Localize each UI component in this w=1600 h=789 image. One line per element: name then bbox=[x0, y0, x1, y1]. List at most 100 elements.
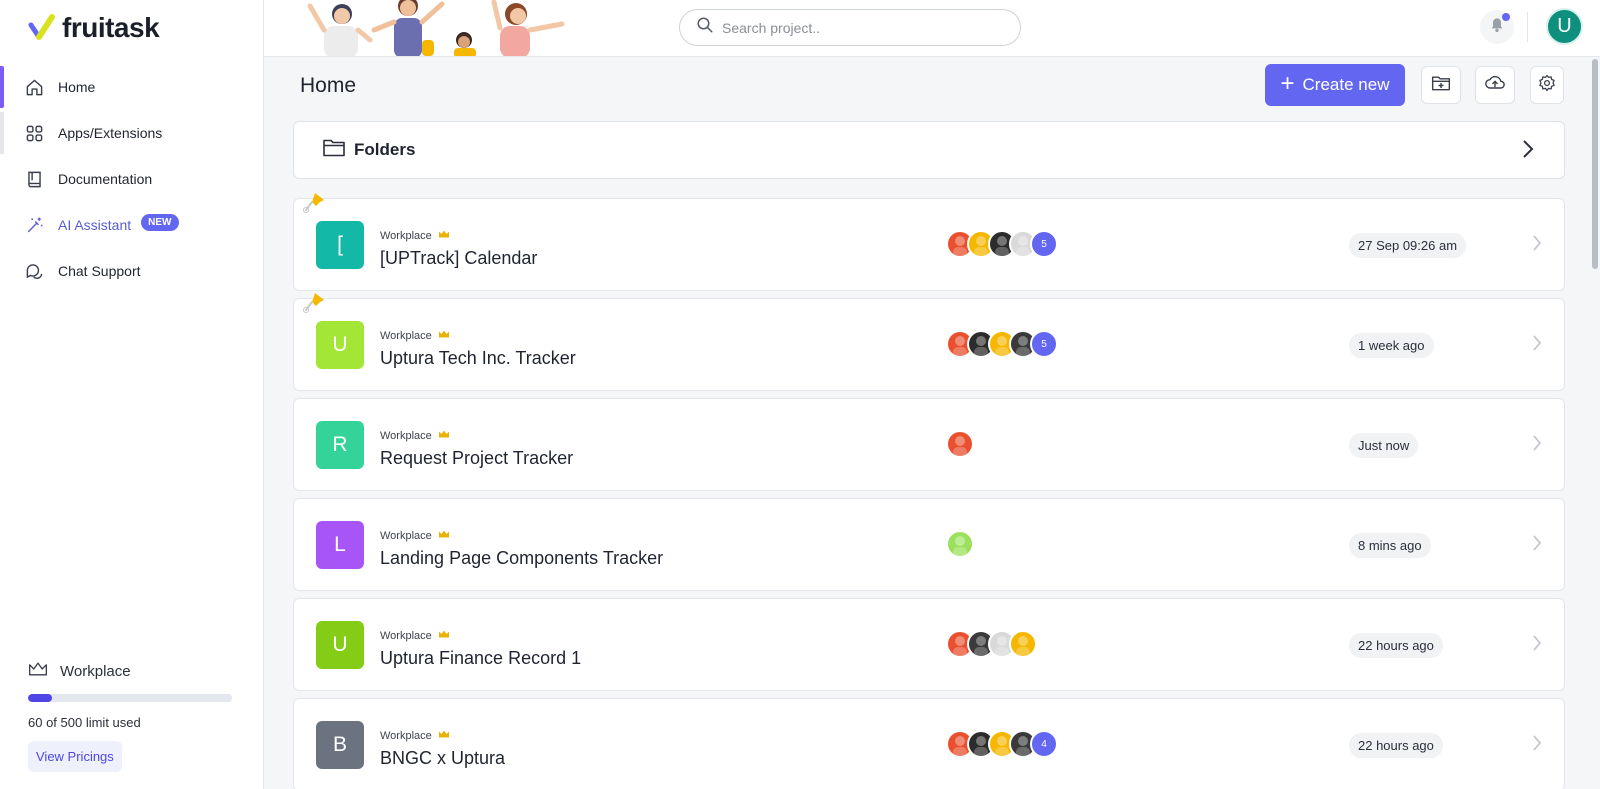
project-card[interactable]: [ Workplace [UPTrack] Calendar 5 27 Sep … bbox=[293, 193, 1565, 291]
fruitask-logo[interactable]: fruitask bbox=[28, 12, 160, 44]
more-members-count: 4 bbox=[1030, 730, 1058, 758]
chat-icon bbox=[24, 261, 44, 281]
sidebar-item-ai-assistant[interactable]: AI Assistant NEW bbox=[0, 202, 264, 248]
chevron-right-icon bbox=[1522, 139, 1534, 164]
sidebar-item-chat-support[interactable]: Chat Support bbox=[0, 248, 264, 294]
pin-icon bbox=[302, 289, 330, 320]
crown-icon bbox=[438, 529, 450, 542]
chevron-right-icon bbox=[1532, 634, 1542, 657]
notifications-button[interactable] bbox=[1480, 10, 1514, 44]
folder-plus-icon bbox=[1431, 74, 1451, 97]
workspace-name: Workplace bbox=[60, 662, 131, 680]
crown-icon bbox=[438, 629, 450, 642]
scrollbar[interactable] bbox=[1590, 57, 1600, 789]
project-name: [UPTrack] Calendar bbox=[380, 248, 538, 268]
search-input[interactable] bbox=[722, 19, 992, 36]
project-card[interactable]: R Workplace Request Project Tracker Just… bbox=[293, 398, 1565, 491]
project-initial-tile: U bbox=[316, 321, 364, 369]
book-icon bbox=[24, 169, 44, 189]
project-workspace: Workplace bbox=[380, 629, 450, 642]
member-avatar bbox=[946, 430, 974, 458]
last-updated: 1 week ago bbox=[1349, 333, 1434, 358]
more-members-count: 5 bbox=[1030, 330, 1058, 358]
project-card[interactable]: L Workplace Landing Page Components Trac… bbox=[293, 498, 1565, 591]
project-name: Landing Page Components Tracker bbox=[380, 548, 664, 568]
sidebar: fruitask Home Apps/Extensions Documentat… bbox=[0, 0, 264, 789]
search-box[interactable] bbox=[679, 9, 1021, 46]
scrollbar-thumb[interactable] bbox=[1592, 59, 1598, 269]
sidebar-item-documentation[interactable]: Documentation bbox=[0, 156, 264, 202]
project-initial-tile: B bbox=[316, 721, 364, 769]
magic-wand-icon bbox=[24, 215, 44, 235]
member-avatars bbox=[946, 630, 1037, 658]
member-avatar bbox=[1009, 630, 1037, 658]
view-pricings-button[interactable]: View Pricings bbox=[28, 741, 122, 772]
project-name: BNGC x Uptura bbox=[380, 748, 506, 768]
crown-outline-icon bbox=[28, 660, 48, 682]
settings-button[interactable] bbox=[1530, 66, 1564, 104]
home-icon bbox=[24, 77, 44, 97]
project-name: Uptura Finance Record 1 bbox=[380, 648, 582, 668]
project-workspace-label: Workplace bbox=[380, 229, 432, 242]
member-avatars: 5 bbox=[946, 330, 1058, 358]
usage-progress-fill bbox=[28, 694, 53, 702]
workspace-title: Workplace bbox=[28, 660, 232, 682]
last-updated: 27 Sep 09:26 am bbox=[1349, 233, 1467, 258]
folders-panel[interactable]: Folders bbox=[293, 121, 1565, 179]
project-card[interactable]: B Workplace BNGC x Uptura 4 22 hours ago bbox=[293, 698, 1565, 789]
member-avatars: 5 bbox=[946, 230, 1058, 258]
project-workspace-label: Workplace bbox=[380, 329, 432, 342]
sidebar-item-label: Apps/Extensions bbox=[58, 125, 163, 141]
logo-text: fruitask bbox=[62, 12, 160, 43]
member-avatars: 4 bbox=[946, 730, 1058, 758]
project-workspace: Workplace bbox=[380, 729, 450, 742]
usage-limit-text: 60 of 500 limit used bbox=[28, 715, 141, 730]
top-bar: U bbox=[264, 0, 1600, 57]
plus-icon: + bbox=[1280, 69, 1295, 97]
upload-button[interactable] bbox=[1475, 66, 1515, 104]
member-avatars bbox=[946, 530, 974, 558]
project-workspace-label: Workplace bbox=[380, 729, 432, 742]
project-initial-tile: [ bbox=[316, 221, 364, 269]
pin-icon bbox=[302, 189, 330, 220]
sidebar-item-label: Documentation bbox=[58, 171, 153, 187]
topbar-divider bbox=[1527, 12, 1528, 42]
project-workspace-label: Workplace bbox=[380, 629, 432, 642]
chevron-right-icon bbox=[1532, 734, 1542, 757]
project-name: Uptura Tech Inc. Tracker bbox=[380, 348, 576, 368]
gear-icon bbox=[1538, 74, 1556, 97]
workspace-usage: Workplace 60 of 500 limit used View Pric… bbox=[28, 660, 232, 772]
create-new-button[interactable]: + Create new bbox=[1265, 64, 1405, 106]
chevron-right-icon bbox=[1532, 434, 1542, 457]
folder-icon bbox=[322, 137, 346, 163]
project-workspace: Workplace bbox=[380, 529, 450, 542]
last-updated: 22 hours ago bbox=[1349, 733, 1443, 758]
project-workspace-label: Workplace bbox=[380, 529, 432, 542]
new-folder-button[interactable] bbox=[1421, 66, 1461, 104]
sidebar-item-label: Home bbox=[58, 79, 96, 95]
project-workspace: Workplace bbox=[380, 229, 450, 242]
crown-icon bbox=[438, 729, 450, 742]
main-content: Home + Create new Folders [Workplace [U… bbox=[264, 57, 1586, 789]
sidebar-item-home[interactable]: Home bbox=[0, 64, 264, 110]
project-initial-tile: L bbox=[316, 521, 364, 569]
project-card[interactable]: U Workplace Uptura Finance Record 1 22 h… bbox=[293, 598, 1565, 691]
sidebar-item-apps[interactable]: Apps/Extensions bbox=[0, 110, 264, 156]
last-updated: 22 hours ago bbox=[1349, 633, 1443, 658]
project-workspace: Workplace bbox=[380, 429, 450, 442]
sidebar-item-label: Chat Support bbox=[58, 263, 141, 279]
member-avatars bbox=[946, 430, 974, 458]
chevron-right-icon bbox=[1532, 334, 1542, 357]
project-name: Request Project Tracker bbox=[380, 448, 574, 468]
project-card[interactable]: U Workplace Uptura Tech Inc. Tracker 5 1… bbox=[293, 293, 1565, 391]
chevron-right-icon bbox=[1532, 534, 1542, 557]
project-initial-tile: R bbox=[316, 421, 364, 469]
sidebar-nav: Home Apps/Extensions Documentation AI As… bbox=[0, 64, 264, 294]
project-workspace: Workplace bbox=[380, 329, 450, 342]
notification-dot bbox=[1502, 13, 1510, 21]
grid-icon bbox=[24, 123, 44, 143]
new-badge: NEW bbox=[141, 213, 179, 231]
chevron-right-icon bbox=[1532, 234, 1542, 257]
crown-icon bbox=[438, 329, 450, 342]
user-avatar[interactable]: U bbox=[1546, 8, 1583, 45]
